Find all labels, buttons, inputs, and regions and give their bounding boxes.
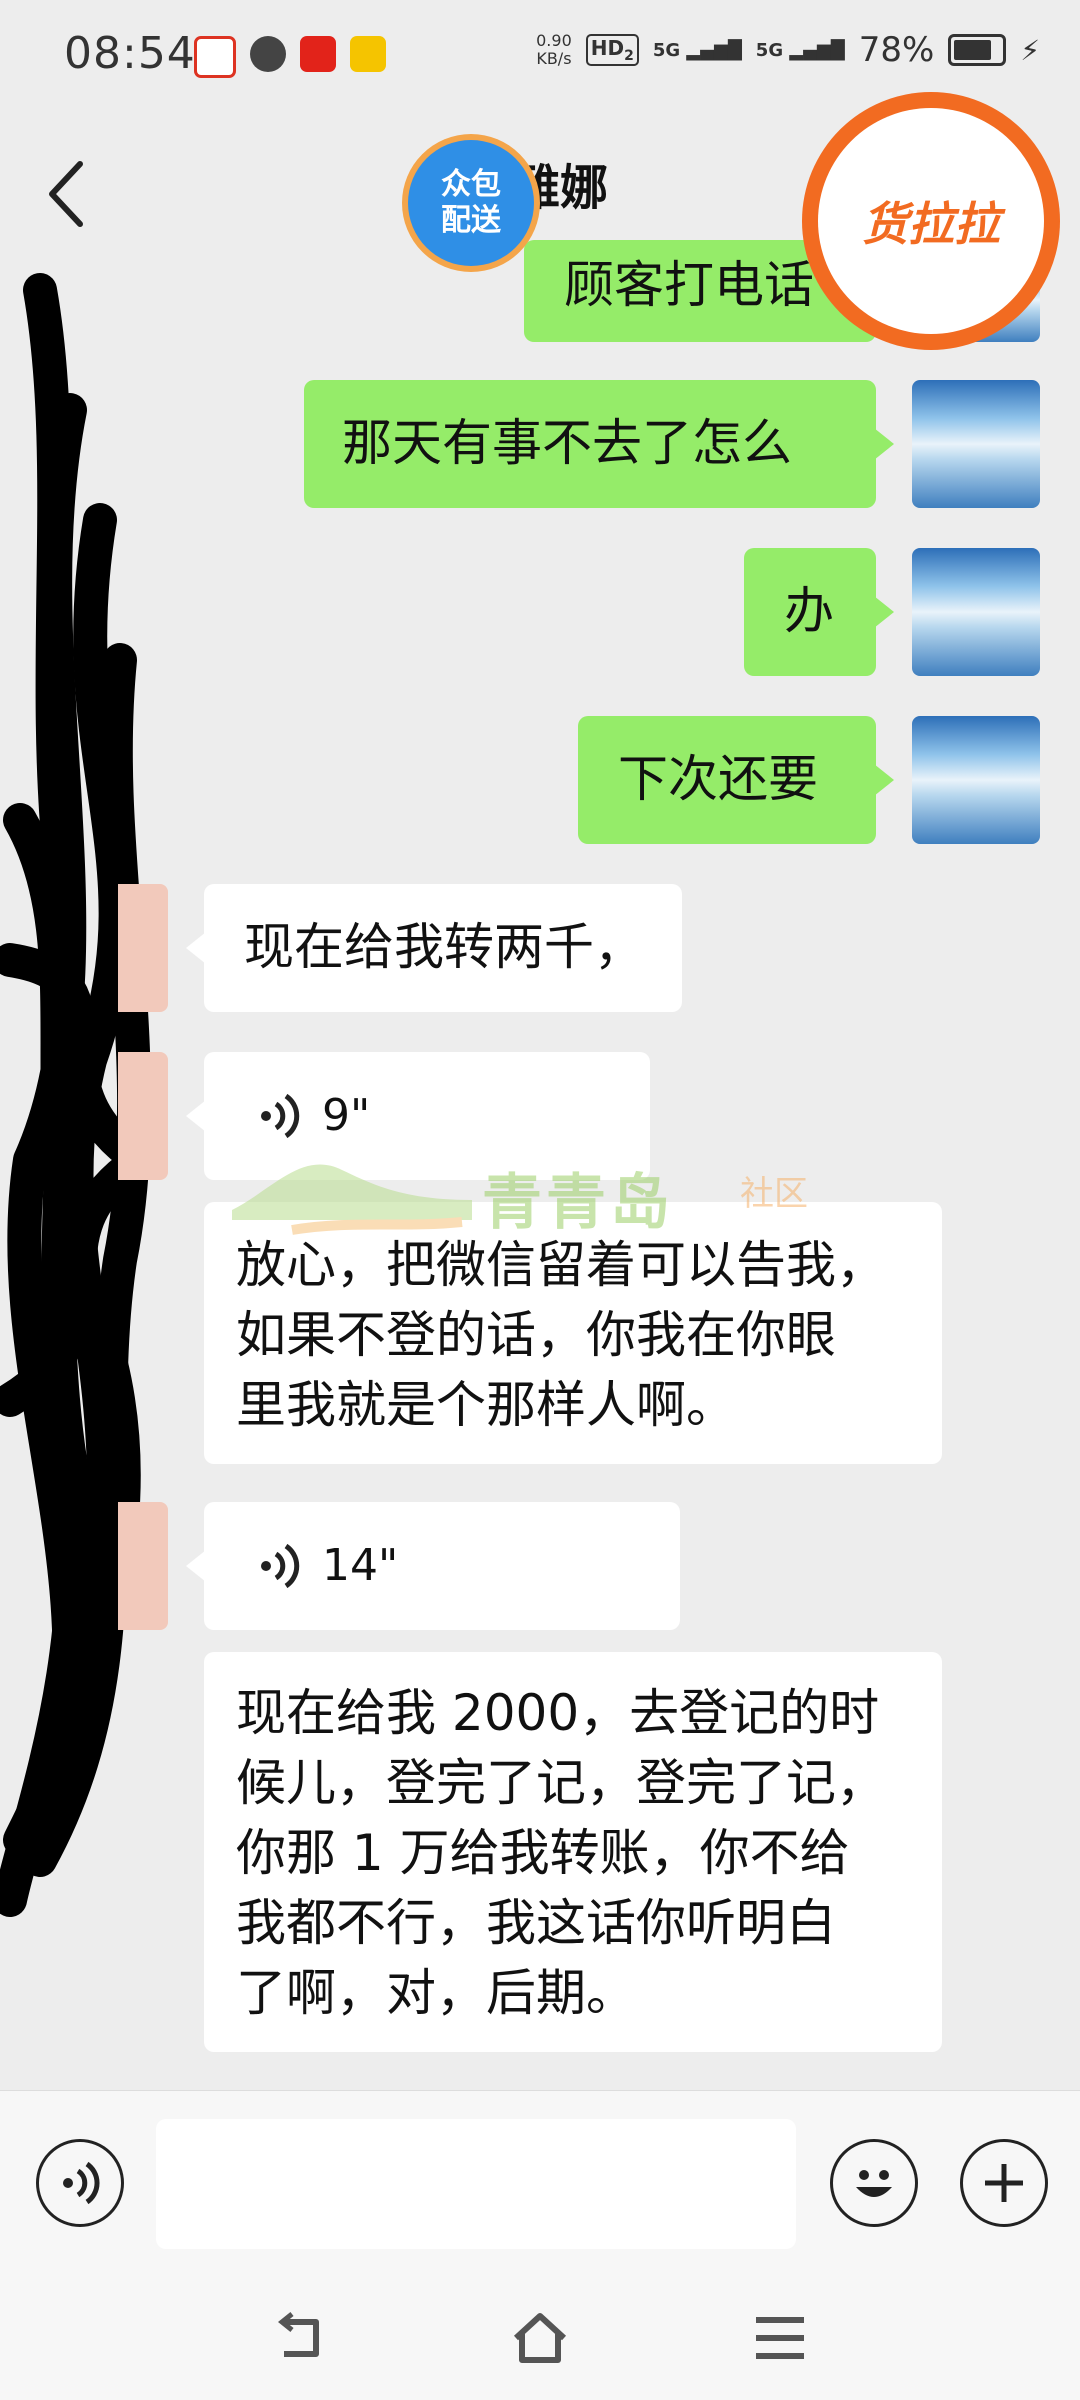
contact-message-bubble[interactable]: 现在给我 2000，去登记的时 候儿，登完了记，登完了记， 你那 1 万给我转账… [204,1652,942,2052]
message-input[interactable] [156,2119,796,2249]
voice-mode-icon [63,2161,100,2205]
yellow-app-icon [350,36,386,72]
system-nav-bar [0,2270,1080,2400]
voice-message-bubble[interactable]: 14" [204,1502,680,1630]
miaosong-icon [300,36,336,72]
my-avatar[interactable] [912,716,1040,844]
more-button[interactable] [960,2139,1048,2227]
redaction-scribble [0,273,157,1917]
contact-avatar[interactable] [118,1502,168,1630]
status-right: 0.90 KB/s HD2 5G ▂▄▆█ 5G ▂▄▆█ 78% ⚡ [536,30,1040,70]
contact-avatar[interactable] [118,1052,168,1180]
net-speed: 0.90 KB/s [536,31,572,68]
status-bar: 08:54 0.90 KB/s HD2 5G ▂▄▆█ 5G ▂▄▆█ 78% … [0,0,1080,118]
watermark-logo-icon [232,1164,472,1235]
notification-icons [194,36,386,78]
voice-duration: 14" [322,1540,399,1591]
input-bar [0,2090,1080,2271]
battery-percent: 78% [858,30,935,70]
menu-nav-icon[interactable] [750,2308,810,2368]
my-avatar[interactable] [912,380,1040,508]
smiley-icon [856,2170,892,2197]
my-message-bubble[interactable]: 下次还要 [578,716,876,844]
my-message-bubble[interactable]: 那天有事不去了怎么 [304,380,876,508]
zhongbao-floating-button[interactable]: 众包 配送 [408,140,534,266]
battery-icon [948,34,1007,66]
huolala-floating-button[interactable]: 货拉拉 [818,108,1044,334]
voice-wave-icon [261,1544,300,1588]
app-red-c-icon [194,36,236,78]
signal-sim1-icon: 5G ▂▄▆█ [652,39,742,61]
back-nav-icon[interactable] [270,2308,330,2368]
voice-mode-button[interactable] [36,2139,124,2227]
voice-duration: 9" [322,1090,371,1141]
chat-bubble-icon [250,36,286,72]
contact-message-bubble[interactable]: 现在给我转两千， [204,884,682,1012]
my-avatar[interactable] [912,548,1040,676]
plus-icon [985,2164,1023,2202]
charging-icon: ⚡ [1020,33,1040,67]
contact-avatar[interactable] [118,884,168,1012]
clock: 08:54 [64,28,196,79]
my-message-bubble[interactable]: 办 [744,548,876,676]
signal-sim2-icon: 5G ▂▄▆█ [755,39,845,61]
voice-wave-icon [261,1094,300,1138]
home-nav-icon[interactable] [510,2308,570,2368]
watermark: 青青岛 社区 [232,1150,852,1260]
emoji-button[interactable] [830,2139,918,2227]
hd-voice-icon: HD2 [585,34,639,66]
